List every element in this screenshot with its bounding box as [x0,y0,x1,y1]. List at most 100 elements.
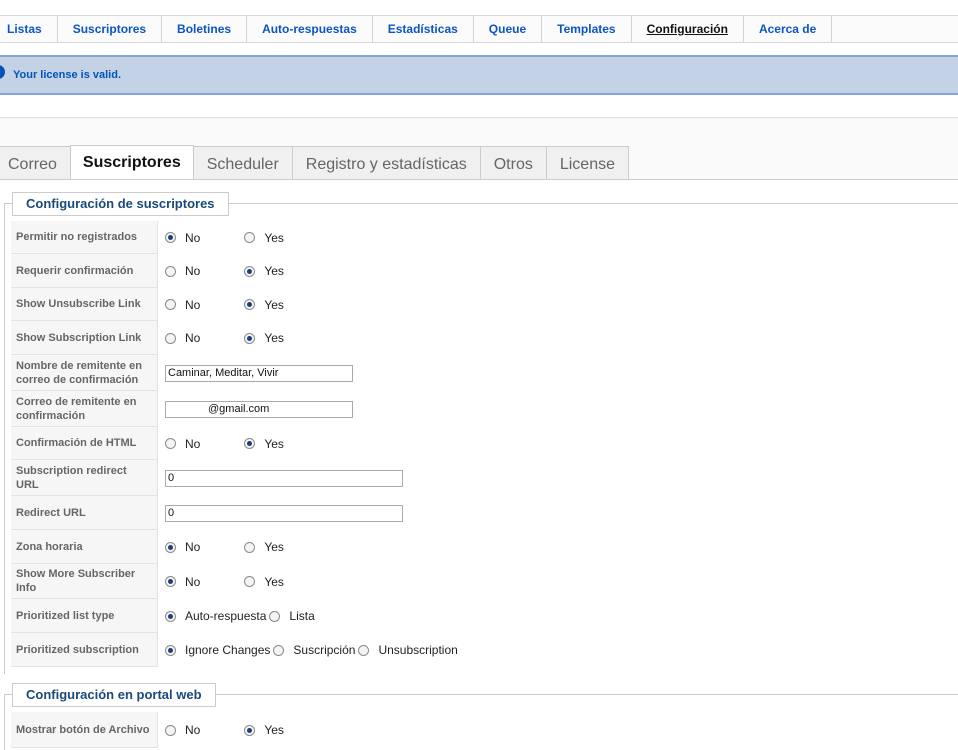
redirect-url-input[interactable] [165,504,403,522]
radio-label: No [185,436,201,451]
menu-item-listas[interactable]: Listas [0,16,58,42]
menu-item-templates[interactable]: Templates [542,16,632,42]
radio-label: Ignore Changes [185,643,271,657]
radio-option-no[interactable]: No [165,264,200,278]
radio-label: Yes [264,436,284,451]
radio-option-yes[interactable]: Yes [244,231,284,245]
row-label: Permitir no registrados [11,221,158,254]
radio-group: No Yes [158,298,298,312]
radio-label: Yes [264,574,284,589]
tab-registro-estadisticas[interactable]: Registro y estadísticas [291,146,481,180]
radio-option-lista[interactable]: Lista [269,609,315,623]
row-label: Correo de remitente en confirmación [11,391,158,427]
radio-button-selected[interactable] [244,332,256,344]
subscription-redirect-url-input[interactable] [165,469,403,487]
row-label: Prioritized subscription [11,633,158,667]
tab-suscriptores[interactable]: Suscriptores [69,145,194,180]
radio-button[interactable] [269,610,281,622]
row-label: Redirect URL [11,496,158,530]
radio-label: No [185,230,201,245]
radio-button[interactable] [244,232,256,243]
radio-group: No Yes [158,723,298,737]
subscribers-config-legend: Configuración de suscriptores [12,192,229,216]
radio-option-no[interactable]: No [165,723,200,737]
row-permitir-no-registrados: Permitir no registrados No Yes [11,221,951,254]
radio-option-ignore-changes[interactable]: Ignore Changes [165,643,270,657]
portal-config-legend: Configuración en portal web [12,683,216,707]
menu-item-configuracion[interactable]: Configuración [632,16,744,42]
radio-label: No [185,574,201,589]
radio-label: No [185,540,201,554]
radio-option-no[interactable]: No [165,540,200,554]
radio-group: Ignore Changes Suscripción Unsubscriptio… [158,643,472,657]
radio-label: Yes [264,723,284,737]
menu-item-suscriptores[interactable]: Suscriptores [58,16,163,42]
license-message-text: Your license is valid. [13,69,122,81]
radio-option-auto-respuesta[interactable]: Auto-respuesta [165,609,266,623]
radio-button-selected[interactable] [165,576,176,587]
radio-label: Yes [264,230,284,245]
row-confirmacion-html: Confirmación de HTML No Yes [11,427,951,460]
radio-option-no[interactable]: No [165,298,200,312]
menu-item-boletines[interactable]: Boletines [162,16,248,42]
menu-item-auto-respuestas[interactable]: Auto-respuestas [247,16,373,42]
text-value-cell [158,469,403,487]
tab-otros[interactable]: Otros [479,146,547,180]
sender-email-input[interactable] [165,400,353,418]
sender-name-input[interactable] [165,364,353,382]
menu-item-estadisticas[interactable]: Estadísticas [373,16,474,42]
radio-group: No Yes [158,575,298,589]
radio-button-selected[interactable] [244,265,256,277]
radio-option-no[interactable]: No [165,437,200,451]
radio-button[interactable] [244,541,256,553]
radio-label: No [185,264,201,278]
radio-button-selected[interactable] [244,299,256,310]
row-label: Prioritized list type [11,599,158,633]
radio-label: Yes [264,540,284,554]
tab-scheduler[interactable]: Scheduler [192,146,293,180]
row-correo-remitente: Correo de remitente en confirmación [11,391,951,427]
radio-button[interactable] [165,724,176,736]
radio-option-no[interactable]: No [165,575,200,589]
radio-option-yes[interactable]: Yes [244,575,284,589]
menu-item-queue[interactable]: Queue [474,16,543,42]
radio-option-yes[interactable]: Yes [244,331,284,345]
radio-label: Unsubscription [378,643,458,657]
radio-option-yes[interactable]: Yes [244,264,284,278]
row-redirect-url: Redirect URL [11,496,951,530]
radio-button[interactable] [273,644,285,656]
radio-option-yes[interactable]: Yes [244,723,284,737]
radio-option-no[interactable]: No [165,231,200,245]
radio-option-no[interactable]: No [165,331,200,345]
radio-button-selected[interactable] [165,232,176,243]
radio-button[interactable] [165,265,176,277]
radio-group: No Yes [158,437,298,451]
radio-option-yes[interactable]: Yes [244,437,284,451]
tab-license[interactable]: License [545,146,629,180]
menu-item-acerca-de[interactable]: Acerca de [744,16,833,42]
radio-option-suscripcion[interactable]: Suscripción [273,643,355,657]
radio-button[interactable] [165,332,176,344]
radio-button-selected[interactable] [165,644,176,656]
radio-button-selected[interactable] [165,541,176,553]
radio-button[interactable] [244,576,256,587]
radio-label: No [185,297,201,312]
radio-button-selected[interactable] [244,724,256,736]
tabs-underline [0,179,958,180]
radio-label: No [185,331,201,345]
radio-button[interactable] [358,644,370,656]
radio-button-selected[interactable] [165,610,176,622]
row-nombre-remitente: Nombre de remitente en correo de confirm… [11,355,951,391]
radio-button[interactable] [165,438,176,449]
text-value-cell [158,400,353,418]
radio-button[interactable] [165,299,176,310]
row-show-unsubscribe-link: Show Unsubscribe Link No Yes [11,288,951,321]
radio-button-selected[interactable] [244,438,256,449]
license-message: Your license is valid. [0,55,958,95]
radio-option-yes[interactable]: Yes [244,298,284,312]
portal-config-fieldset: Configuración en portal web Mostrar botó… [4,683,958,750]
radio-option-yes[interactable]: Yes [244,540,284,554]
tab-correo[interactable]: Correo [0,146,71,180]
row-label: Show Subscription Link [11,321,158,355]
radio-option-unsubscription[interactable]: Unsubscription [358,643,458,657]
